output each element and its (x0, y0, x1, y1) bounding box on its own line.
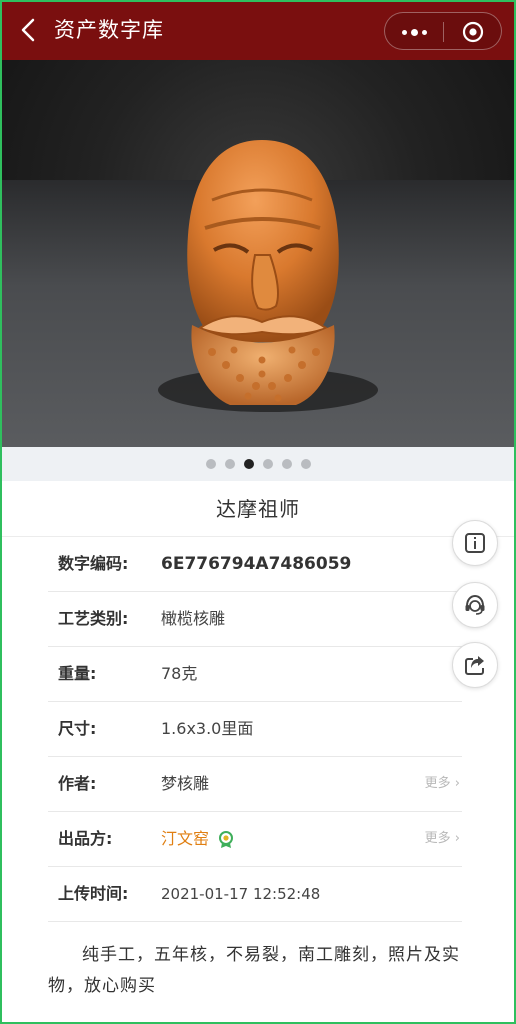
certified-badge-icon (219, 830, 234, 848)
author-label: 作者: (58, 774, 97, 793)
detail-row-author[interactable]: 作者: 梦核雕 更多 › (48, 757, 462, 812)
carousel-indicator (0, 447, 516, 481)
size-value: 1.6x3.0里面 (161, 719, 254, 738)
weight-label: 重量: (58, 664, 97, 683)
code-label: 数字编码: (58, 554, 129, 573)
back-chevron-icon (21, 18, 35, 42)
upload-time-value: 2021-01-17 12:52:48 (161, 885, 321, 903)
detail-row-upload-time: 上传时间: 2021-01-17 12:52:48 (48, 867, 462, 922)
carved-figure-illustration (158, 140, 378, 412)
mini-program-capsule (384, 12, 502, 50)
detail-row-code: 数字编码: 6E776794A7486059 (48, 537, 462, 592)
producer-more-link[interactable]: 更多 › (425, 812, 460, 866)
share-button[interactable] (452, 642, 498, 688)
detail-row-weight: 重量: 78克 (48, 647, 462, 702)
carousel-dot[interactable] (205, 459, 216, 469)
more-menu-button[interactable] (385, 13, 443, 51)
more-dots-icon (401, 29, 407, 35)
producer-value[interactable]: 汀文窑 (161, 812, 235, 866)
carousel-dot[interactable] (300, 459, 311, 469)
author-value: 梦核雕 (161, 774, 210, 793)
detail-row-size: 尺寸: 1.6x3.0里面 (48, 702, 462, 757)
craft-value: 橄榄核雕 (161, 609, 226, 628)
close-mini-program-button[interactable] (444, 13, 502, 51)
close-target-icon (462, 21, 484, 43)
carousel-dot-active[interactable] (243, 459, 254, 469)
product-description: 纯手工，五年核，不易裂，南工雕刻，照片及实物，放心购买 (48, 945, 460, 996)
info-icon (465, 533, 485, 553)
customer-service-icon (465, 594, 485, 615)
product-name: 达摩祖师 (0, 481, 516, 537)
detail-row-craft: 工艺类别: 橄榄核雕 (48, 592, 462, 647)
code-value: 6E776794A7486059 (161, 554, 352, 574)
back-button[interactable] (14, 14, 42, 46)
page-title: 资产数字库 (54, 18, 164, 42)
share-icon (465, 656, 484, 675)
upload-time-label: 上传时间: (58, 884, 129, 903)
size-label: 尺寸: (58, 719, 97, 738)
weight-value: 78克 (161, 664, 198, 683)
customer-service-button[interactable] (452, 582, 498, 628)
author-more-link[interactable]: 更多 › (425, 757, 460, 811)
craft-label: 工艺类别: (58, 609, 129, 628)
producer-name[interactable]: 汀文窑 (161, 829, 209, 848)
carousel-dot[interactable] (281, 459, 292, 469)
info-button[interactable] (452, 520, 498, 566)
detail-row-producer[interactable]: 出品方: 汀文窑 更多 › (48, 812, 462, 867)
carousel-dot[interactable] (224, 459, 235, 469)
top-nav-bar: 资产数字库 (0, 0, 516, 60)
carousel-dot[interactable] (262, 459, 273, 469)
product-image[interactable] (0, 60, 516, 447)
producer-label: 出品方: (58, 829, 113, 848)
